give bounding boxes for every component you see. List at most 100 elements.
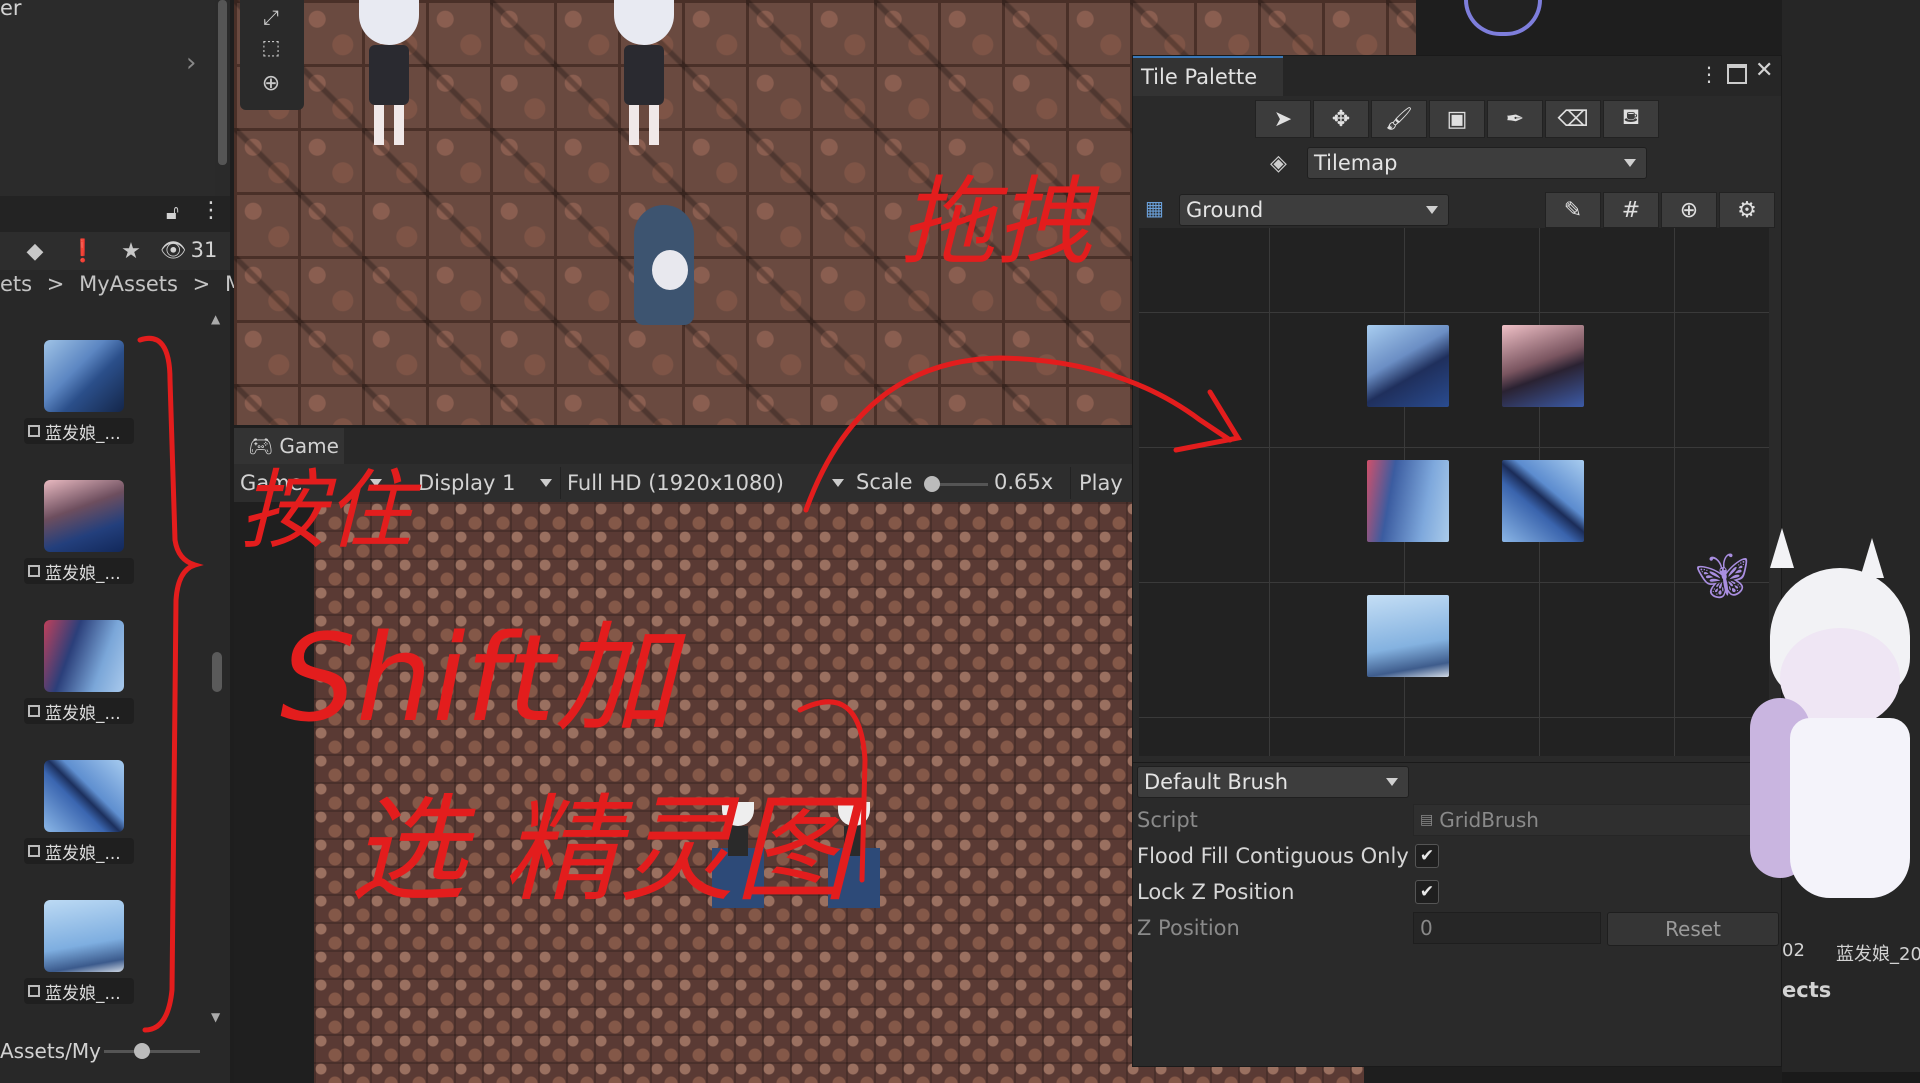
layers-icon: ◈ [1270,151,1287,176]
sprite-icon [28,705,40,717]
chevron-down-icon [832,479,844,487]
tile-palette-window: Tile Palette ⋮ ✕ ➤ ✥ 🖌︎ ▣ ✒︎ ⌫ ⛾ ◈ Tilem… [1132,55,1782,1067]
hierarchy-scrollbar[interactable] [215,0,230,196]
chevron-down-icon [370,479,382,487]
tab-tile-palette[interactable]: Tile Palette [1133,56,1283,96]
checkmark-icon: ✔ [1419,846,1435,866]
picker-icon: ✒︎ [1505,106,1525,132]
sprite-thumbnail [44,340,124,412]
rect-tool-icon[interactable]: ⤢ [254,0,288,34]
toggle-gizmo-button[interactable]: ⊕ [1661,192,1717,228]
view-select[interactable]: Game [240,467,390,499]
palette-tile[interactable] [1502,325,1584,407]
kebab-menu-icon[interactable]: ⋮ [1699,62,1719,86]
eraser-icon: ⌫ [1557,106,1589,132]
scroll-up-icon[interactable]: ▲ [211,312,220,326]
scale-slider-handle[interactable] [923,476,940,492]
chevron-right-icon[interactable]: › [186,48,196,78]
asset-tile[interactable]: 蓝发娘_... [24,900,134,1004]
favorite-star-icon[interactable]: ★ [114,234,148,268]
scene-tools-overlay: ⤢ ⬚ ⊕ [240,0,304,110]
active-target-select[interactable]: Tilemap [1307,147,1647,179]
flood-fill-checkbox[interactable]: ✔ [1415,844,1439,868]
lock-z-label: Lock Z Position [1137,880,1295,904]
hierarchy-area: er › [0,0,215,196]
zoom-slider-handle[interactable] [134,1043,150,1059]
kebab-menu-icon[interactable]: ⋮ [200,198,222,223]
checkmark-icon: ✔ [1419,882,1435,902]
close-icon[interactable]: ✕ [1755,58,1773,83]
asset-tile[interactable]: 蓝发娘_... [24,480,134,584]
scale-label: Scale [856,470,913,494]
visibility-toggle[interactable]: 👁︎ 31 [160,238,217,263]
palette-tile[interactable] [1367,460,1449,542]
picker-tool[interactable]: ✒︎ [1487,100,1543,138]
transform-tool-icon[interactable]: ⬚ [254,30,288,64]
palette-tile[interactable] [1502,460,1584,542]
sprite-thumbnail [44,620,124,692]
scale-slider[interactable] [923,476,988,492]
asset-label: 蓝发娘_... [24,558,134,584]
project-footer: Assets/My [0,1036,230,1066]
fill-tool[interactable]: ⛾ [1603,100,1659,138]
palette-tile[interactable] [1367,325,1449,407]
breadcrumb-part[interactable]: ets [0,272,32,296]
sprite-thumbnail [44,900,124,972]
maximize-icon[interactable] [1727,64,1747,84]
folder-fragment: ects [1782,978,1832,1002]
breadcrumb-myassets[interactable]: MyAssets [79,272,178,296]
asset-label: 蓝发娘_... [24,838,134,864]
zoom-slider[interactable] [104,1043,200,1059]
palette-tile-grid[interactable] [1139,228,1769,756]
project-panel: er › 🔓︎ ⋮ ◆ ❗ ★ 👁︎ 31 ets > MyAssets > M… [0,0,256,1083]
palette-select[interactable]: Ground [1179,194,1449,226]
asset-scrollbar[interactable]: ▲ ▼ [210,312,224,1024]
script-icon: ▤ [1420,812,1434,828]
brush-tool[interactable]: 🖌︎ [1371,100,1427,138]
lock-z-checkbox[interactable]: ✔ [1415,880,1439,904]
asset-tile[interactable]: 蓝发娘_... [24,620,134,724]
move-tool[interactable]: ✥ [1313,100,1369,138]
select-tool[interactable]: ➤ [1255,100,1311,138]
flood-fill-label: Flood Fill Contiguous Only [1137,844,1409,868]
game-character [834,802,874,872]
hidden-count: 31 [190,238,218,262]
breadcrumb-separator: > [192,272,211,296]
chevron-down-icon [1426,206,1438,214]
lock-icon[interactable]: 🔓︎ [166,200,179,224]
palette-settings-button[interactable]: ⚙ [1719,192,1775,228]
grid-icon: # [1621,197,1641,223]
scrollbar-thumb[interactable] [212,652,222,692]
chevron-down-icon [1624,159,1636,167]
eraser-tool[interactable]: ⌫ [1545,100,1601,138]
asset-tile[interactable]: 蓝发娘_... [24,760,134,864]
asset-tile[interactable]: 蓝发娘_... [24,340,134,444]
scene-character[interactable] [599,0,689,150]
scrollbar-thumb[interactable] [218,0,227,165]
settings-icon: ⚙ [1737,197,1757,223]
warning-filter-icon[interactable]: ❗ [66,234,100,268]
palette-tile[interactable] [1367,595,1449,677]
project-header: 🔓︎ ⋮ [0,196,230,232]
chevron-down-icon [540,479,552,487]
scene-character[interactable] [344,0,434,150]
z-position-input[interactable]: 0 [1413,912,1601,944]
tab-game[interactable]: 🎮︎ Game [234,428,344,464]
display-select[interactable]: Display 1 [418,467,558,499]
script-label: Script [1137,808,1198,832]
sprite-icon [28,845,40,857]
scene-character-blue[interactable] [624,195,704,345]
brush-select[interactable]: Default Brush [1137,766,1409,798]
toggle-grid-button[interactable]: # [1603,192,1659,228]
script-field: ▤ GridBrush [1413,804,1781,836]
mascot-avatar [1730,528,1920,948]
resolution-select[interactable]: Full HD (1920x1080) [560,467,850,499]
box-fill-tool[interactable]: ▣ [1429,100,1485,138]
label-filter-icon[interactable]: ◆ [18,234,52,268]
move-gizmo-icon[interactable]: ⊕ [254,66,288,100]
butterfly-icon: 🦋︎ [1694,551,1750,602]
edit-palette-button[interactable]: ✎ [1545,192,1601,228]
panel-title-fragment: er [0,0,22,20]
box-fill-icon: ▣ [1446,106,1468,132]
scroll-down-icon[interactable]: ▼ [211,1010,220,1024]
